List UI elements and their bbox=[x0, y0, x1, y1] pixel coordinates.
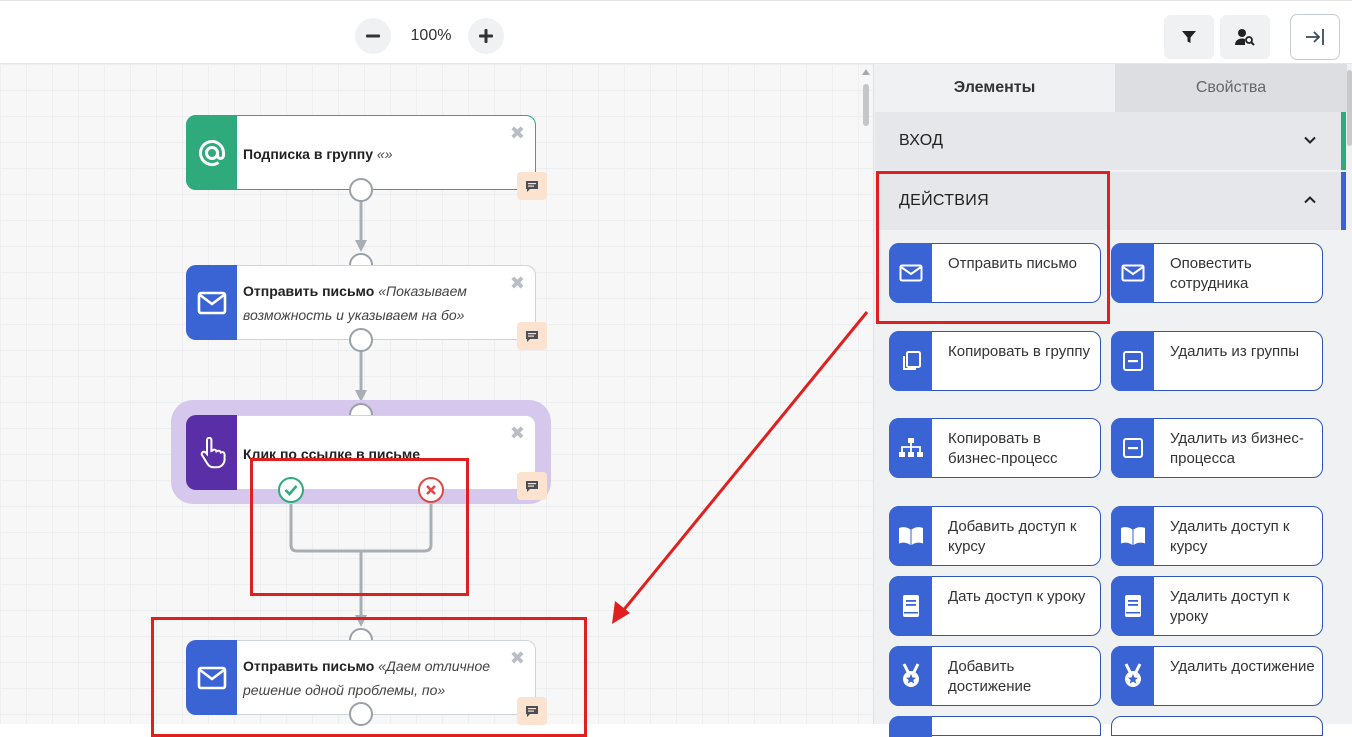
action-give-lesson-access[interactable]: Дать доступ к уроку bbox=[889, 576, 1101, 636]
action-label: Удалить доступ к курсу bbox=[1170, 518, 1290, 555]
chevron-down-icon bbox=[1304, 136, 1316, 144]
minus-square-icon bbox=[1111, 331, 1154, 391]
filter-button[interactable] bbox=[1164, 15, 1214, 59]
book-icon bbox=[1111, 576, 1154, 636]
user-search-icon bbox=[1235, 29, 1255, 46]
action-label: Копировать в группу bbox=[948, 343, 1090, 360]
collapse-panel-button[interactable] bbox=[1290, 14, 1340, 60]
section-accent bbox=[1341, 112, 1346, 170]
action-label: Добавить достижение bbox=[948, 658, 1032, 695]
comment-icon bbox=[526, 480, 538, 492]
output-port[interactable] bbox=[349, 178, 373, 202]
action-remove-from-business-process[interactable]: Удалить из бизнес-процесса bbox=[1111, 418, 1323, 478]
action-label: Удалить доступ к уроку bbox=[1170, 588, 1290, 625]
book-open-icon bbox=[889, 506, 932, 566]
comment-button[interactable] bbox=[517, 172, 547, 200]
annotation-box-branch bbox=[250, 458, 469, 596]
action-remove-lesson-access[interactable]: Удалить доступ к уроку bbox=[1111, 576, 1323, 636]
copy-icon bbox=[889, 331, 932, 391]
action-add-achievement[interactable]: Добавить достижение bbox=[889, 646, 1101, 706]
action-label: Копировать в бизнес-процесс bbox=[948, 430, 1058, 467]
hand-pointer-icon bbox=[186, 415, 237, 490]
action-label: Удалить из группы bbox=[1170, 343, 1300, 360]
node-delete-button[interactable]: ✖ bbox=[510, 424, 525, 442]
node-delete-button[interactable]: ✖ bbox=[510, 124, 525, 142]
medal-icon bbox=[1111, 646, 1154, 706]
comment-button[interactable] bbox=[517, 472, 547, 500]
output-port[interactable] bbox=[349, 328, 373, 352]
book-icon bbox=[889, 576, 932, 636]
node-label: Отправить письмо «Показываем возможность… bbox=[243, 283, 467, 323]
action-label: Дать доступ к уроку bbox=[948, 588, 1086, 605]
annotation-box-send-email-action bbox=[876, 171, 1110, 324]
at-icon bbox=[186, 115, 237, 190]
action-remove-achievement[interactable]: Удалить достижение bbox=[1111, 646, 1323, 706]
medal-icon bbox=[889, 646, 932, 706]
action-add-course-access[interactable]: Добавить доступ к курсу bbox=[889, 506, 1101, 566]
envelope-icon bbox=[186, 265, 237, 340]
panel-scrollbar[interactable] bbox=[1347, 70, 1352, 146]
action-label: Оповестить сотрудника bbox=[1170, 255, 1252, 292]
action-label: Добавить доступ к курсу bbox=[948, 518, 1077, 555]
tab-elements[interactable]: Элементы bbox=[874, 64, 1115, 112]
action-card-partial[interactable] bbox=[889, 716, 1101, 737]
action-remove-from-group[interactable]: Удалить из группы bbox=[1111, 331, 1323, 391]
action-label: Удалить из бизнес-процесса bbox=[1170, 430, 1304, 467]
action-label: Удалить достижение bbox=[1170, 658, 1315, 675]
node-delete-button[interactable]: ✖ bbox=[510, 274, 525, 292]
book-open-icon bbox=[1111, 506, 1154, 566]
action-remove-course-access[interactable]: Удалить доступ к курсу bbox=[1111, 506, 1323, 566]
comment-button[interactable] bbox=[517, 322, 547, 350]
tab-properties[interactable]: Свойства bbox=[1115, 64, 1347, 112]
section-accent bbox=[1341, 172, 1346, 230]
node-label: Подписка в группу «» bbox=[243, 146, 393, 162]
action-copy-to-business-process[interactable]: Копировать в бизнес-процесс bbox=[889, 418, 1101, 478]
collapse-panel-icon bbox=[1306, 29, 1324, 45]
section-label: ВХОД bbox=[899, 132, 944, 149]
minus-square-icon bbox=[1111, 418, 1154, 478]
chevron-up-icon bbox=[1304, 196, 1316, 204]
annotation-box-email-node bbox=[151, 617, 587, 737]
comment-icon bbox=[526, 180, 538, 192]
envelope-icon bbox=[1111, 243, 1154, 303]
user-search-button[interactable] bbox=[1220, 15, 1270, 59]
action-notify-employee[interactable]: Оповестить сотрудника bbox=[1111, 243, 1323, 303]
action-card-partial[interactable] bbox=[1111, 716, 1323, 736]
sitemap-icon bbox=[889, 418, 932, 478]
annotation-arrow bbox=[612, 311, 869, 624]
comment-icon bbox=[526, 330, 538, 342]
section-entry[interactable]: ВХОД bbox=[875, 112, 1343, 170]
action-copy-to-group[interactable]: Копировать в группу bbox=[889, 331, 1101, 391]
filter-icon bbox=[1182, 31, 1196, 43]
